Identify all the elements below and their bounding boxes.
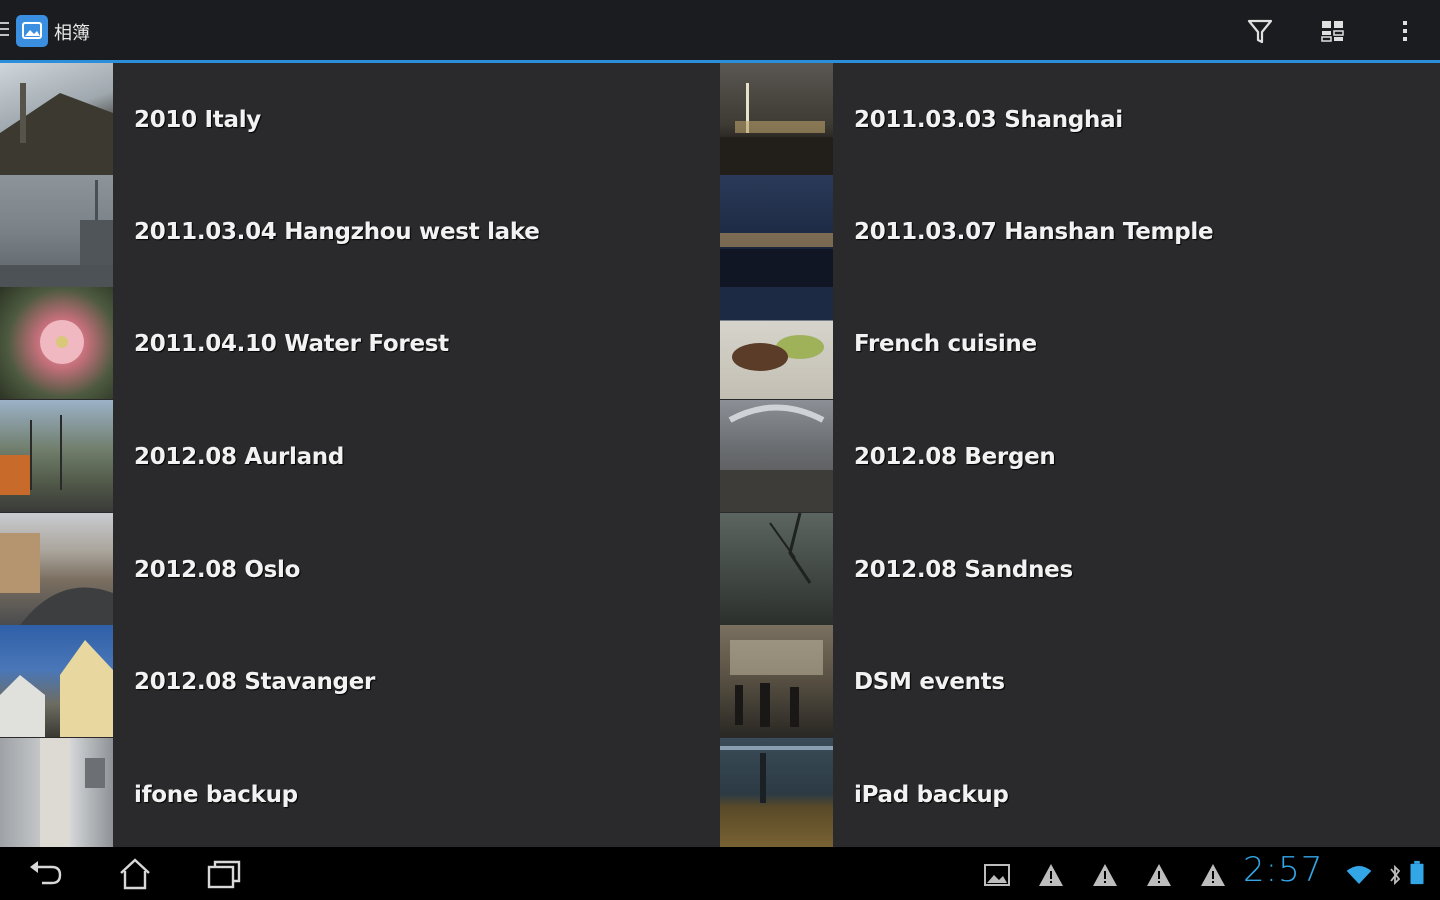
album-item[interactable]: 2012.08 Stavanger	[0, 625, 720, 737]
album-thumbnail	[0, 738, 113, 850]
album-title: 2012.08 Stavanger	[134, 669, 376, 695]
album-item[interactable]: 2012.08 Sandnes	[720, 513, 1440, 625]
album-title: 2011.03.04 Hangzhou west lake	[134, 219, 540, 245]
bluetooth-icon[interactable]	[1381, 862, 1401, 888]
album-title: 2012.08 Bergen	[854, 444, 1056, 470]
album-thumbnail	[720, 738, 833, 850]
overflow-menu-icon[interactable]	[1390, 16, 1420, 46]
warning-icon[interactable]	[1145, 862, 1173, 888]
album-title: DSM events	[854, 669, 1005, 695]
album-thumbnail	[720, 400, 833, 512]
album-item[interactable]: 2010 Italy	[0, 63, 720, 175]
album-item[interactable]: 2011.04.10 Water Forest	[0, 287, 720, 399]
action-bar: 相簿	[0, 0, 1440, 63]
home-icon[interactable]	[115, 857, 155, 891]
view-mode-icon[interactable]	[1318, 16, 1348, 46]
album-thumbnail	[0, 287, 113, 399]
album-thumbnail	[720, 63, 833, 175]
app-title: 相簿	[54, 23, 90, 44]
status-clock[interactable]: 2:57	[1243, 850, 1323, 890]
album-title: 2011.03.03 Shanghai	[854, 107, 1123, 133]
album-title: 2011.04.10 Water Forest	[134, 331, 449, 357]
album-item[interactable]: 2012.08 Aurland	[0, 400, 720, 512]
album-item[interactable]: iPad backup	[720, 738, 1440, 850]
album-thumbnail	[720, 175, 833, 287]
album-title: 2012.08 Aurland	[134, 444, 345, 470]
gallery-notification-icon[interactable]	[983, 862, 1011, 888]
album-title: 2012.08 Sandnes	[854, 557, 1073, 583]
album-title: ifone backup	[134, 782, 298, 808]
album-grid: 2010 Italy 2011.03.03 Shanghai 2011.03.0…	[0, 63, 1440, 850]
album-item[interactable]: ifone backup	[0, 738, 720, 850]
wifi-icon[interactable]	[1345, 862, 1379, 888]
album-title: 2012.08 Oslo	[134, 557, 301, 583]
album-thumbnail	[720, 625, 833, 737]
album-thumbnail	[0, 400, 113, 512]
album-title: 2010 Italy	[134, 107, 261, 133]
album-title: French cuisine	[854, 331, 1037, 357]
album-item[interactable]: French cuisine	[720, 287, 1440, 399]
battery-icon[interactable]	[1403, 860, 1424, 886]
album-item[interactable]: 2012.08 Oslo	[0, 513, 720, 625]
album-title: iPad backup	[854, 782, 1009, 808]
recent-apps-icon[interactable]	[205, 857, 245, 891]
album-thumbnail	[0, 513, 113, 625]
album-thumbnail	[0, 175, 113, 287]
warning-icon[interactable]	[1199, 862, 1227, 888]
album-thumbnail	[0, 625, 113, 737]
back-icon[interactable]	[26, 857, 66, 891]
warning-icon[interactable]	[1091, 862, 1119, 888]
album-item[interactable]: 2011.03.03 Shanghai	[720, 63, 1440, 175]
warning-icon[interactable]	[1037, 862, 1065, 888]
album-title: 2011.03.07 Hanshan Temple	[854, 219, 1214, 245]
photo-station-app-icon[interactable]	[16, 15, 48, 47]
album-thumbnail	[720, 287, 833, 399]
filter-icon[interactable]	[1245, 16, 1275, 46]
album-thumbnail	[0, 63, 113, 175]
album-item[interactable]: 2011.03.04 Hangzhou west lake	[0, 175, 720, 287]
album-item[interactable]: 2011.03.07 Hanshan Temple	[720, 175, 1440, 287]
album-item[interactable]: 2012.08 Bergen	[720, 400, 1440, 512]
album-item[interactable]: DSM events	[720, 625, 1440, 737]
drawer-indicator-icon[interactable]	[0, 22, 10, 40]
album-thumbnail	[720, 513, 833, 625]
